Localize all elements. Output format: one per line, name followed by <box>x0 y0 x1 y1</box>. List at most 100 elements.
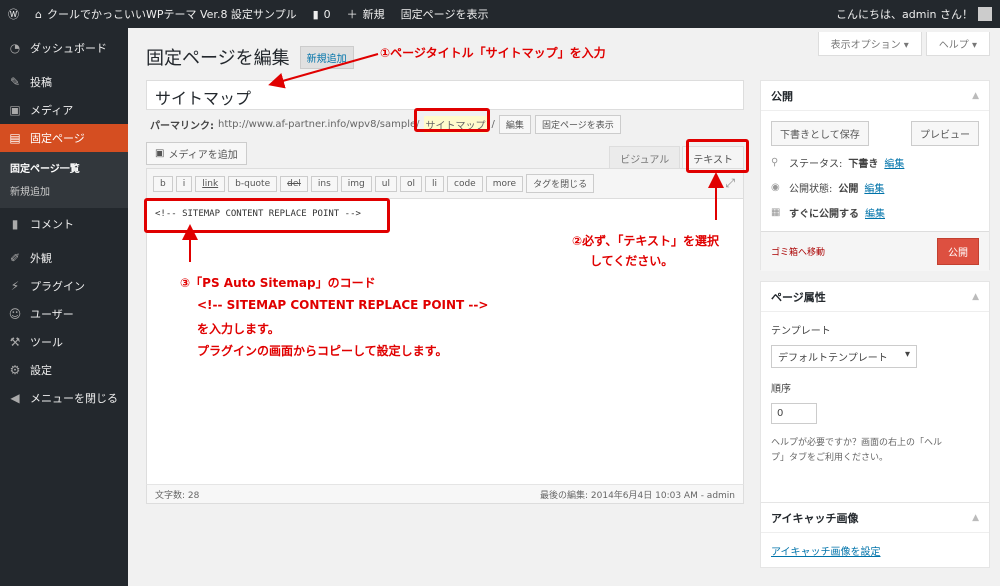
view-page-button[interactable]: 固定ページを表示 <box>534 115 621 134</box>
sidebar-item-pages[interactable]: ▤ 固定ページ <box>0 124 128 152</box>
submenu-item-add-new[interactable]: 新規追加 <box>0 179 128 202</box>
move-to-trash-link[interactable]: ゴミ箱へ移動 <box>771 245 825 258</box>
qt-del-button[interactable]: del <box>280 175 308 192</box>
qt-ul-button[interactable]: ul <box>374 175 397 192</box>
permalink-label: パーマリンク: <box>150 121 214 132</box>
help-button[interactable]: ヘルプ ▾ <box>925 32 990 56</box>
edit-slug-button[interactable]: 編集 <box>498 115 531 134</box>
page-attributes-header[interactable]: ページ属性 ▲ <box>761 282 989 312</box>
screen-options-button[interactable]: 表示オプション ▾ <box>817 32 922 56</box>
sidebar-item-users[interactable]: ☺ ユーザー <box>0 300 128 328</box>
collapse-arrow-icon[interactable]: ▲ <box>972 91 979 101</box>
order-input[interactable]: 0 <box>771 403 817 424</box>
order-label: 順序 <box>771 384 791 395</box>
sidebar-item-label: 投稿 <box>30 76 52 89</box>
comments-link[interactable]: ▮ 0 <box>305 0 339 28</box>
plus-icon: ＋ <box>346 8 358 21</box>
view-page-link[interactable]: 固定ページを表示 <box>393 0 497 28</box>
home-icon: ⌂ <box>35 7 42 21</box>
set-featured-image-link[interactable]: アイキャッチ画像を設定 <box>771 547 881 558</box>
visibility-value: 公開 <box>838 184 859 195</box>
account-menu[interactable]: こんにちは、admin さん！ <box>828 0 1000 28</box>
publish-title: 公開 <box>771 89 793 103</box>
last-edit: 最後の編集: 2014年6月4日 10:03 AM - admin <box>540 490 735 501</box>
admin-sidebar: ◔ ダッシュボード ✎ 投稿 ▣ メディア ▤ 固定ページ 固定ページ一覧 新規追加 ▮… <box>0 28 128 586</box>
annotation-box-slug <box>414 108 490 132</box>
preview-button[interactable]: プレビュー <box>911 121 979 146</box>
sidebar-item-settings[interactable]: ⚙ 設定 <box>0 356 128 384</box>
qt-li-button[interactable]: li <box>425 175 445 192</box>
submenu-item-all-pages[interactable]: 固定ページ一覧 <box>0 156 128 179</box>
sidebar-item-dashboard[interactable]: ◔ ダッシュボード <box>0 34 128 62</box>
template-label: テンプレート <box>771 326 831 337</box>
dropdown-arrow-icon: ▾ <box>904 349 910 360</box>
edit-schedule-link[interactable]: 編集 <box>865 205 885 220</box>
pages-submenu: 固定ページ一覧 新規追加 <box>0 152 128 208</box>
admin-bar: Ⓦ ⌂ クールでかっこいいWPテーマ Ver.8 設定サンプル ▮ 0 ＋ 新規… <box>0 0 1000 28</box>
annotation-box-code <box>144 198 390 233</box>
qt-link-button[interactable]: link <box>195 175 226 192</box>
template-select[interactable]: デフォルトテンプレート ▾ <box>771 345 917 368</box>
word-count: 文字数: 28 <box>155 490 200 501</box>
qt-img-button[interactable]: img <box>340 175 372 192</box>
permalink-base: http://www.af-partner.info/wpv8/sample/ <box>218 119 420 130</box>
wordpress-logo-icon[interactable]: Ⓦ <box>0 0 27 28</box>
collapse-arrow-icon[interactable]: ▲ <box>972 513 979 523</box>
annotation-box-text-tab <box>686 139 749 173</box>
quicktags-toolbar: b i link b-quote del ins img ul ol li co… <box>147 169 743 199</box>
fullscreen-icon[interactable]: ⤢ <box>725 176 735 191</box>
greeting: こんにちは、admin さん！ <box>836 8 973 21</box>
settings-icon: ⚙ <box>9 363 21 377</box>
site-name-link[interactable]: ⌂ クールでかっこいいWPテーマ Ver.8 設定サンプル <box>27 0 305 28</box>
qt-italic-button[interactable]: i <box>175 175 193 192</box>
sidebar-item-appearance[interactable]: ✐ 外観 <box>0 244 128 272</box>
qt-blockquote-button[interactable]: b-quote <box>228 175 278 192</box>
qt-close-tags-button[interactable]: タグを閉じる <box>526 174 595 193</box>
dashboard-icon: ◔ <box>9 41 21 55</box>
qt-code-button[interactable]: code <box>447 175 483 192</box>
add-media-label: メディアを追加 <box>168 150 238 161</box>
sidebar-item-plugins[interactable]: ⚡ プラグイン <box>0 272 128 300</box>
page-attributes-title: ページ属性 <box>771 290 826 304</box>
post-title-input[interactable]: サイトマップ <box>146 80 744 110</box>
featured-image-header[interactable]: アイキャッチ画像 ▲ <box>761 503 989 533</box>
avatar <box>978 7 992 21</box>
publish-box-header[interactable]: 公開 ▲ <box>761 81 989 111</box>
qt-ol-button[interactable]: ol <box>399 175 422 192</box>
save-draft-button[interactable]: 下書きとして保存 <box>771 121 869 146</box>
sidebar-item-media[interactable]: ▣ メディア <box>0 96 128 124</box>
visibility-row: ◉ 公開状態: 公開 編集 <box>761 175 989 200</box>
sidebar-item-posts[interactable]: ✎ 投稿 <box>0 68 128 96</box>
pin-icon: ⚲ <box>771 157 779 168</box>
sidebar-item-label: 固定ページ <box>30 132 85 145</box>
sidebar-item-label: メディア <box>30 104 74 117</box>
sidebar-item-tools[interactable]: ⚒ ツール <box>0 328 128 356</box>
wrench-icon: ⚒ <box>9 335 21 349</box>
qt-more-button[interactable]: more <box>485 175 524 192</box>
sidebar-item-label: ユーザー <box>30 308 74 321</box>
permalink-end: / <box>491 119 495 130</box>
annotation-2-line2: してください。 <box>590 254 674 268</box>
qt-ins-button[interactable]: ins <box>310 175 338 192</box>
collapse-arrow-icon[interactable]: ▲ <box>972 292 979 302</box>
add-new-button[interactable]: 新規追加 <box>299 45 354 69</box>
users-icon: ☺ <box>8 307 22 321</box>
annotation-1: ①ページタイトル「サイトマップ」を入力 <box>380 46 606 60</box>
new-content-link[interactable]: ＋ 新規 <box>339 0 393 28</box>
qt-bold-button[interactable]: b <box>153 175 173 192</box>
edit-visibility-link[interactable]: 編集 <box>864 180 884 195</box>
featured-image-box: アイキャッチ画像 ▲ アイキャッチ画像を設定 <box>760 502 990 568</box>
comments-count: 0 <box>323 7 331 21</box>
new-label: 新規 <box>362 8 385 21</box>
sidebar-item-label: 設定 <box>30 364 52 377</box>
brush-icon: ✐ <box>9 251 21 265</box>
sidebar-item-comments[interactable]: ▮ コメント <box>0 210 128 238</box>
edit-status-link[interactable]: 編集 <box>884 155 904 170</box>
status-label: ステータス: <box>789 159 843 170</box>
publish-footer: ゴミ箱へ移動 公開 <box>761 231 989 271</box>
sidebar-collapse-menu[interactable]: ◀ メニューを閉じる <box>0 384 128 412</box>
add-media-button[interactable]: ▣ メディアを追加 <box>146 142 247 165</box>
featured-image-body: アイキャッチ画像を設定 <box>761 533 989 568</box>
sidebar-item-label: 外観 <box>30 252 52 265</box>
publish-button[interactable]: 公開 <box>937 238 979 265</box>
